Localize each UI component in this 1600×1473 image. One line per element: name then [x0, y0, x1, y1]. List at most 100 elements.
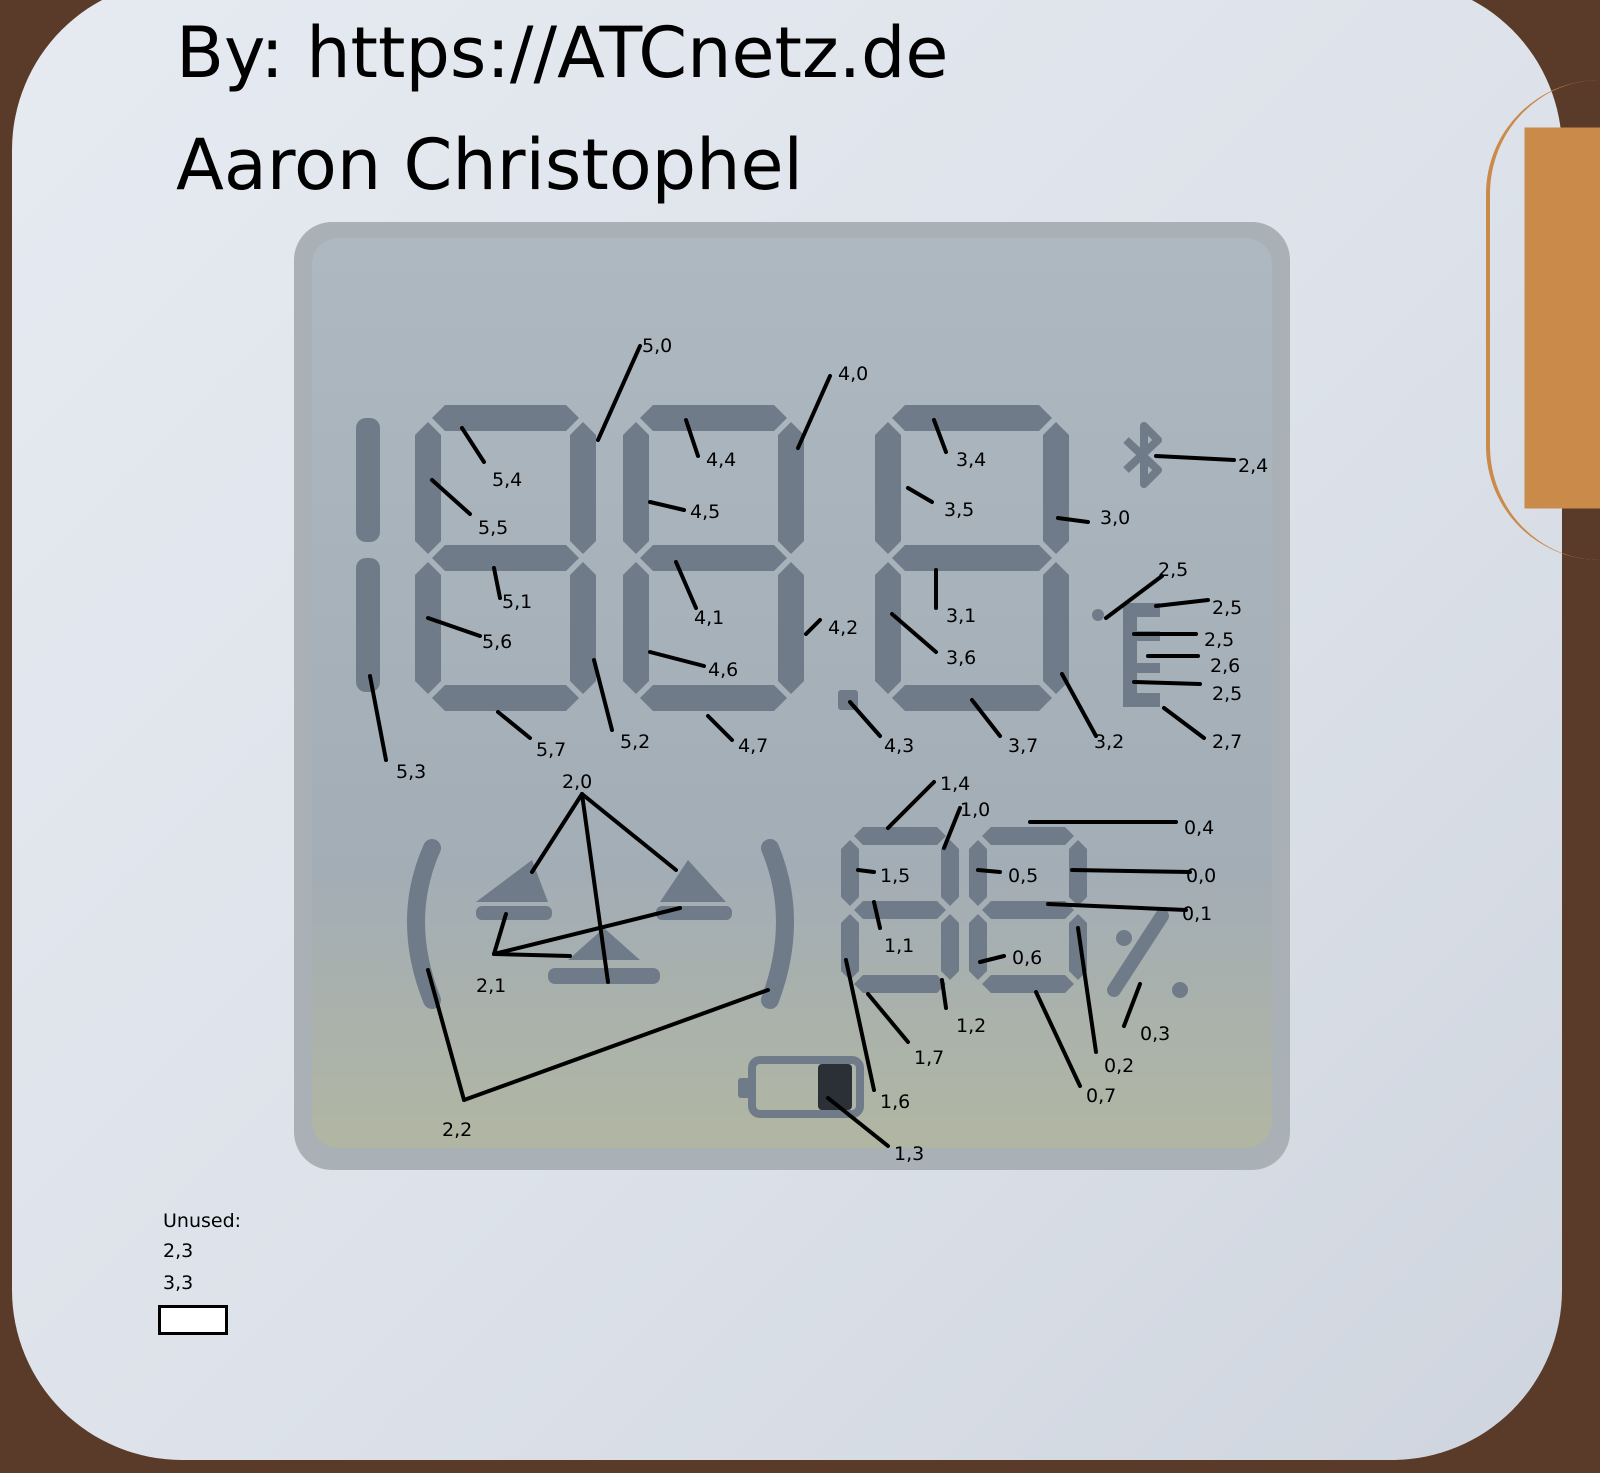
segment-map-diagram: 5,0 5,4 5,5 5,1 5,6 5,3 5,7 5,2 4,0 4,4 4,5 4,1 4,2 4… [356, 335, 1268, 1165]
segment-label: 0,7 [1086, 1085, 1116, 1107]
digit-segment [1043, 422, 1069, 554]
digit-segment [892, 685, 1052, 711]
segment-label: 5,2 [620, 731, 650, 753]
digit-segment [969, 840, 987, 906]
digit-segment [432, 685, 579, 711]
leader-line [1060, 672, 1098, 738]
segment-label: 0,3 [1140, 1023, 1170, 1045]
leader-line [1034, 990, 1082, 1088]
leader-line [492, 952, 572, 958]
digit-segment [1043, 562, 1069, 694]
digit-segment [778, 562, 804, 694]
segment-label: 1,5 [880, 865, 910, 887]
left-eye-lower [476, 906, 552, 920]
digit-segment [875, 562, 901, 694]
digit-segment [356, 558, 380, 692]
digit-segment [982, 975, 1074, 993]
leader-line [866, 992, 910, 1044]
digit-segment [1069, 840, 1087, 906]
bluetooth-icon [1123, 422, 1162, 488]
leader-line [804, 618, 822, 636]
percent-icon [1107, 909, 1188, 998]
segment-label: 2,5 [1212, 597, 1242, 619]
digit-segment [570, 422, 596, 554]
digit-segment [432, 405, 579, 431]
segment-label: 3,4 [956, 449, 986, 471]
leader-line [580, 792, 678, 872]
digit-segment [892, 545, 1052, 571]
leader-line [976, 868, 1002, 874]
segment-label: 1,3 [894, 1143, 924, 1165]
digit-segment [969, 914, 987, 980]
digit-segment [941, 914, 959, 980]
leader-line [492, 566, 502, 600]
battery-tip [738, 1078, 752, 1098]
segment-label: 3,2 [1094, 731, 1124, 753]
leader-line [496, 710, 532, 740]
percent-slash [1107, 909, 1169, 997]
digit-segment [875, 422, 901, 554]
battery-icon [738, 1056, 864, 1118]
segment-label: 1,4 [940, 773, 970, 795]
segment-label: 2,5 [1212, 683, 1242, 705]
digit-segment [415, 562, 441, 694]
digit-segment [570, 562, 596, 694]
digit-segment [356, 418, 380, 542]
segment-label: 0,4 [1184, 817, 1214, 839]
digit-segment [841, 840, 859, 906]
digit-segment [640, 685, 787, 711]
segment-label: 1,2 [956, 1015, 986, 1037]
leader-line [1154, 598, 1210, 608]
unused-legend-box [158, 1305, 228, 1335]
segment-label: 0,6 [1012, 947, 1042, 969]
digit-segment [854, 975, 946, 993]
segment-label: 5,6 [482, 631, 512, 653]
leader-line [1070, 868, 1192, 874]
leader-line [848, 700, 882, 738]
leader-line [460, 426, 486, 464]
face-right-bracket [761, 839, 794, 1009]
leader-line [906, 486, 934, 504]
leader-line [1162, 706, 1206, 740]
leader-line [1122, 982, 1142, 1028]
leading-one-digit [356, 418, 380, 692]
segment-label: 2,5 [1158, 559, 1188, 581]
digit-segment [415, 422, 441, 554]
leader-line [368, 674, 388, 762]
segment-label: 1,1 [884, 935, 914, 957]
segment-label: 5,7 [536, 739, 566, 761]
segment-label: 3,5 [944, 499, 974, 521]
segment-label: 2,0 [562, 771, 592, 793]
digit-segment [640, 405, 787, 431]
segment-label: 0,0 [1186, 865, 1216, 887]
segment-label: 2,4 [1238, 455, 1268, 477]
unused-item: 3,3 [163, 1272, 194, 1294]
segment-label: 5,3 [396, 761, 426, 783]
segment-label: 4,2 [828, 617, 858, 639]
leader-line [426, 968, 466, 1102]
degree-icon [1092, 609, 1104, 621]
leader-line [706, 714, 734, 742]
segment-label: 2,7 [1212, 731, 1242, 753]
digit-segment [892, 405, 1052, 431]
segment-label: 5,1 [502, 591, 532, 613]
segment-label: 2,2 [442, 1119, 472, 1141]
unused-heading: Unused: [163, 1210, 242, 1232]
digit-segment [982, 827, 1074, 845]
leader-line [1132, 680, 1202, 686]
leader-line [530, 792, 584, 874]
leader-line [648, 650, 706, 668]
leader-line [592, 658, 614, 732]
segment-label: 4,6 [708, 659, 738, 681]
segment-label: 2,6 [1210, 655, 1240, 677]
digit-segment [854, 827, 946, 845]
segment-label: 3,7 [1008, 735, 1038, 757]
digit-segment [640, 545, 787, 571]
segment-label: 5,4 [492, 469, 522, 491]
segment-label: 1,0 [960, 799, 990, 821]
segment-label: 0,1 [1182, 903, 1212, 925]
leader-line [1154, 454, 1236, 462]
segment-label: 1,6 [880, 1091, 910, 1113]
percent-dot [1116, 930, 1132, 946]
segment-label: 2,1 [476, 975, 506, 997]
